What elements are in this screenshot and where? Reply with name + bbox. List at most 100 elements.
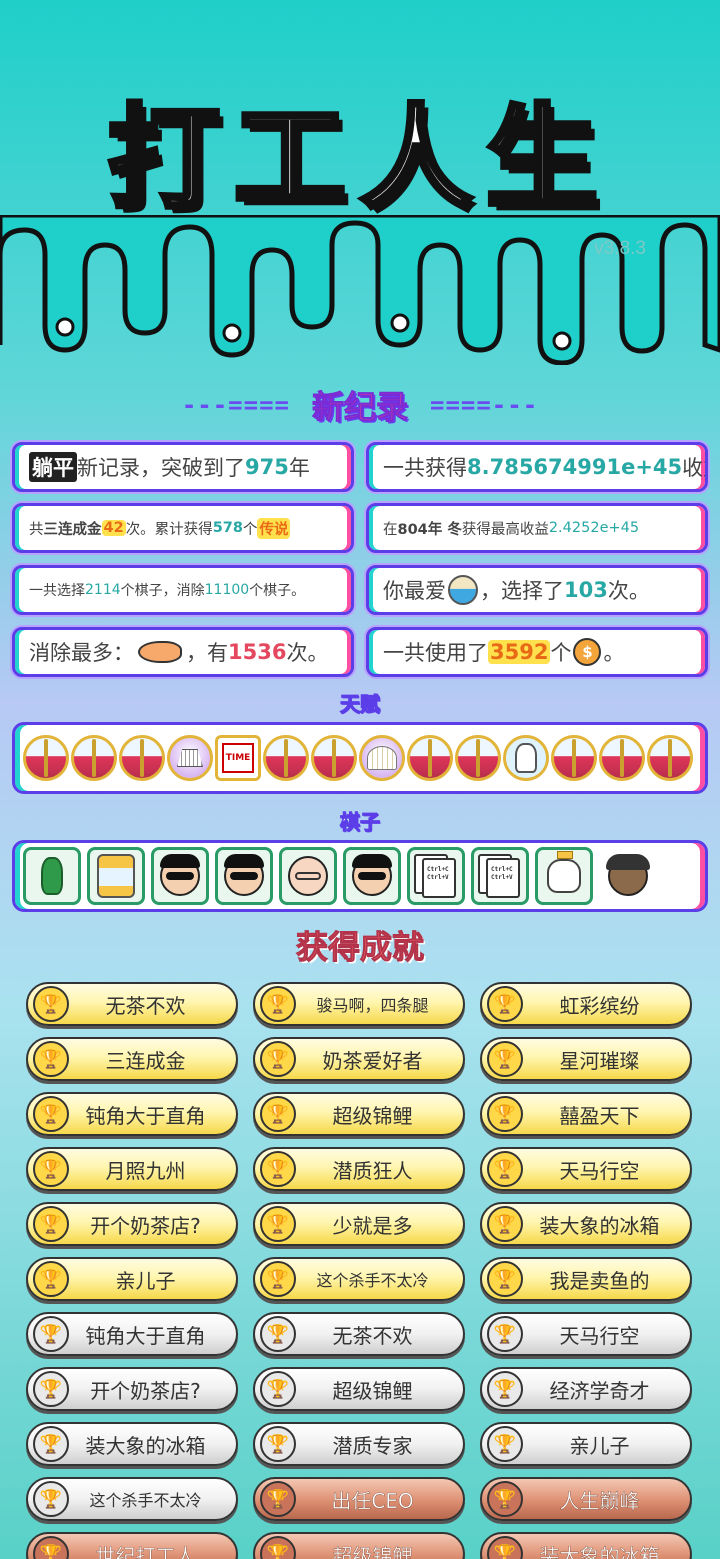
trophy-icon: 🏆 (487, 1536, 523, 1559)
trophy-icon: 🏆 (33, 1481, 69, 1517)
achievement-name: 超级锦鲤 (332, 1378, 413, 1403)
trophy-icon: 🏆 (33, 986, 69, 1022)
talent-bar: TIME (12, 722, 708, 794)
stat-text: 获得最高收益 (461, 521, 549, 538)
stat-number: 3592 (488, 640, 551, 664)
trophy-icon: 🏆 (260, 1206, 296, 1242)
trophy-icon: 🏆 (487, 1041, 523, 1077)
achievement-badge[interactable]: 🏆 少就是多 (253, 1202, 465, 1246)
achievement-badge[interactable]: 🏆 潜质狂人 (253, 1147, 465, 1191)
bald-glasses-man-icon[interactable] (279, 847, 337, 905)
stat-max-income: 在 804年 冬 获得最高收益 2.4252e+45 (366, 503, 708, 553)
achievement-badge[interactable]: 🏆 出任CEO (253, 1477, 465, 1521)
claw-machine-icon[interactable] (87, 847, 145, 905)
achievement-badge[interactable]: 🏆 亲儿子 (26, 1257, 238, 1301)
stat-number: 11100 (204, 582, 250, 598)
capsule-icon[interactable] (407, 735, 453, 781)
time-magazine-icon[interactable]: TIME (215, 735, 261, 781)
achievement-name: 钝角大于直角 (85, 1103, 206, 1128)
achievement-name: 少就是多 (332, 1213, 413, 1238)
achievement-badge[interactable]: 🏆 我是卖鱼的 (480, 1257, 692, 1301)
achievement-name: 奶茶爱好者 (322, 1048, 423, 1073)
achievement-badge[interactable]: 🏆 奶茶爱好者 (253, 1037, 465, 1081)
capsule-icon[interactable] (311, 735, 357, 781)
sunglasses-man-icon[interactable] (151, 847, 209, 905)
capsule-icon[interactable] (71, 735, 117, 781)
achievement-badge[interactable]: 🏆 人生巅峰 (480, 1477, 692, 1521)
stat-text: 在 (383, 521, 398, 538)
capsule-icon[interactable] (23, 735, 69, 781)
achievement-name: 这个杀手不太冷 (89, 1491, 202, 1510)
achievement-badge[interactable]: 🏆 超级锦鲤 (253, 1532, 465, 1559)
shell-icon[interactable] (359, 735, 405, 781)
sunglasses-man-icon[interactable] (343, 847, 401, 905)
achievement-badge[interactable]: 🏆 钝角大于直角 (26, 1312, 238, 1356)
stat-text: 次。 (607, 579, 650, 603)
trophy-icon: 🏆 (260, 1481, 296, 1517)
achievement-badge[interactable]: 🏆 开个奶茶店? (26, 1202, 238, 1246)
stat-text: 。 (603, 641, 625, 665)
achievement-badge[interactable]: 🏆 装大象的冰箱 (26, 1422, 238, 1466)
stat-total-income: 一共获得8.785674991e+45收益 (366, 442, 708, 492)
achievement-badge[interactable]: 🏆 月照九州 (26, 1147, 238, 1191)
achievement-name: 开个奶茶店? (90, 1213, 201, 1238)
trophy-icon: 🏆 (33, 1261, 69, 1297)
achievement-badge[interactable]: 🏆 开个奶茶店? (26, 1367, 238, 1411)
achievement-badge[interactable]: 🏆 骏马啊，四条腿 (253, 982, 465, 1026)
achievement-name: 潜质专家 (332, 1433, 413, 1458)
capsule-icon[interactable] (455, 735, 501, 781)
fish-icon (138, 641, 182, 663)
achievement-name: 亲儿子 (569, 1433, 630, 1458)
achievement-badge[interactable]: 🏆 星河璀璨 (480, 1037, 692, 1081)
capsule-icon[interactable] (647, 735, 693, 781)
trophy-icon: 🏆 (33, 1151, 69, 1187)
achievement-badge[interactable]: 🏆 潜质专家 (253, 1422, 465, 1466)
achievement-name: 骏马啊，四条腿 (316, 996, 429, 1015)
capsule-icon[interactable] (551, 735, 597, 781)
stat-number: 2114 (85, 582, 121, 598)
time-label: TIME (221, 743, 255, 773)
stat-text: 次。累计获得 (125, 521, 213, 538)
green-bottle-icon[interactable] (23, 847, 81, 905)
stat-text: 一共获得 (383, 456, 467, 480)
achievement-badge[interactable]: 🏆 亲儿子 (480, 1422, 692, 1466)
achievement-badge[interactable]: 🏆 囍盈天下 (480, 1092, 692, 1136)
stat-tag: 传说 (257, 517, 291, 539)
achievement-badge[interactable]: 🏆 超级锦鲤 (253, 1092, 465, 1136)
achievement-badge[interactable]: 🏆 装大象的冰箱 (480, 1532, 692, 1559)
stat-coins-used: 一共使用了 3592 个 $。 (366, 627, 708, 677)
sunglasses-man-icon[interactable] (215, 847, 273, 905)
capsule-icon[interactable] (599, 735, 645, 781)
record-heading-text: 新纪录 (311, 388, 408, 427)
achievement-badge[interactable]: 🏆 这个杀手不太冷 (253, 1257, 465, 1301)
bucket-hat-man-icon[interactable] (599, 847, 657, 905)
capsule-icon[interactable] (263, 735, 309, 781)
achievement-name: 钝角大于直角 (85, 1323, 206, 1348)
achievement-badge[interactable]: 🏆 超级锦鲤 (253, 1367, 465, 1411)
achievement-badge[interactable]: 🏆 无茶不欢 (253, 1312, 465, 1356)
coin-icon: $ (573, 638, 602, 666)
pieces-heading: 棋子 (340, 810, 381, 835)
copy-paste-cards-icon[interactable]: Ctrl+C Ctrl+V (407, 847, 465, 905)
achievement-badge[interactable]: 🏆 钝角大于直角 (26, 1092, 238, 1136)
achievement-badge[interactable]: 🏆 虹彩缤纷 (480, 982, 692, 1026)
achievement-badge[interactable]: 🏆 天马行空 (480, 1312, 692, 1356)
stat-text: 你最爱 (383, 579, 446, 603)
stat-text: 收益 (682, 456, 705, 480)
skirt-icon[interactable] (167, 735, 213, 781)
achievement-badge[interactable]: 🏆 天马行空 (480, 1147, 692, 1191)
achievement-badge[interactable]: 🏆 世纪打工人 (26, 1532, 238, 1559)
trophy-icon: 🏆 (33, 1041, 69, 1077)
copy-paste-cards-icon[interactable]: Ctrl+C Ctrl+V (471, 847, 529, 905)
husky-dog-icon[interactable] (503, 735, 549, 781)
achievement-name: 人生巅峰 (559, 1488, 640, 1513)
achievement-badge[interactable]: 🏆 装大象的冰箱 (480, 1202, 692, 1246)
crowned-husky-icon[interactable] (535, 847, 593, 905)
achievement-badge[interactable]: 🏆 无茶不欢 (26, 982, 238, 1026)
achievement-badge[interactable]: 🏆 经济学奇才 (480, 1367, 692, 1411)
stat-pieces-chosen: 一共选择 2114 个棋子，消除 11100 个棋子。 (12, 565, 354, 615)
achievement-badge[interactable]: 🏆 这个杀手不太冷 (26, 1477, 238, 1521)
capsule-icon[interactable] (119, 735, 165, 781)
achievement-badge[interactable]: 🏆 三连成金 (26, 1037, 238, 1081)
stat-number: 2.4252e+45 (548, 520, 640, 536)
